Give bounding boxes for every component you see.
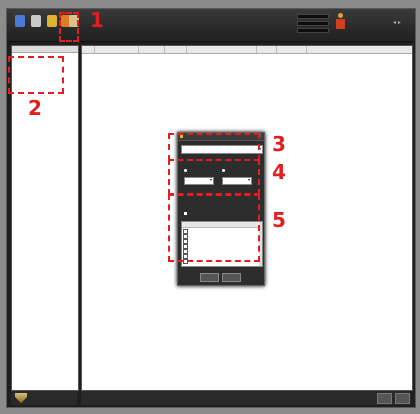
pen-icon [47, 15, 57, 27]
annotation-box-1 [59, 12, 79, 42]
status-meter [277, 13, 329, 19]
status-area: ◂ ▸ [277, 13, 407, 37]
annotation-box-4 [168, 159, 260, 195]
ok-button[interactable] [200, 273, 219, 282]
cancel-button[interactable] [222, 273, 241, 282]
bottom-button-1[interactable] [377, 393, 392, 404]
bottom-button-2[interactable] [395, 393, 410, 404]
annotation-box-5 [168, 194, 260, 262]
file-icon [31, 15, 41, 27]
toolbar-button-file[interactable] [29, 13, 43, 35]
annotation-number-2: 2 [28, 96, 42, 120]
screenshot-frame: ◂ ▸ × ▾ ▾ ▾ 1 2 3 4 5 [0, 0, 420, 414]
status-meter [277, 20, 329, 26]
status-meter [277, 27, 329, 33]
left-panel-header [12, 46, 78, 53]
annotation-number-5: 5 [272, 208, 286, 232]
annotation-box-3 [168, 133, 260, 161]
monitor-icon [15, 15, 25, 27]
left-panel-footer [11, 391, 77, 405]
annotation-number-1: 1 [90, 8, 104, 32]
left-tree-panel [11, 45, 79, 391]
annotation-box-2 [8, 56, 64, 94]
user-icon [335, 13, 345, 33]
bottom-bar [81, 391, 411, 405]
table-header [82, 46, 412, 54]
annotation-number-3: 3 [272, 132, 286, 156]
annotation-number-4: 4 [272, 160, 286, 184]
collapse-arrow-icon[interactable] [15, 393, 27, 403]
nav-arrows-icon[interactable]: ◂ ▸ [393, 19, 401, 26]
toolbar-button-pen[interactable] [45, 13, 59, 35]
toolbar-button-monitor[interactable] [13, 13, 27, 35]
